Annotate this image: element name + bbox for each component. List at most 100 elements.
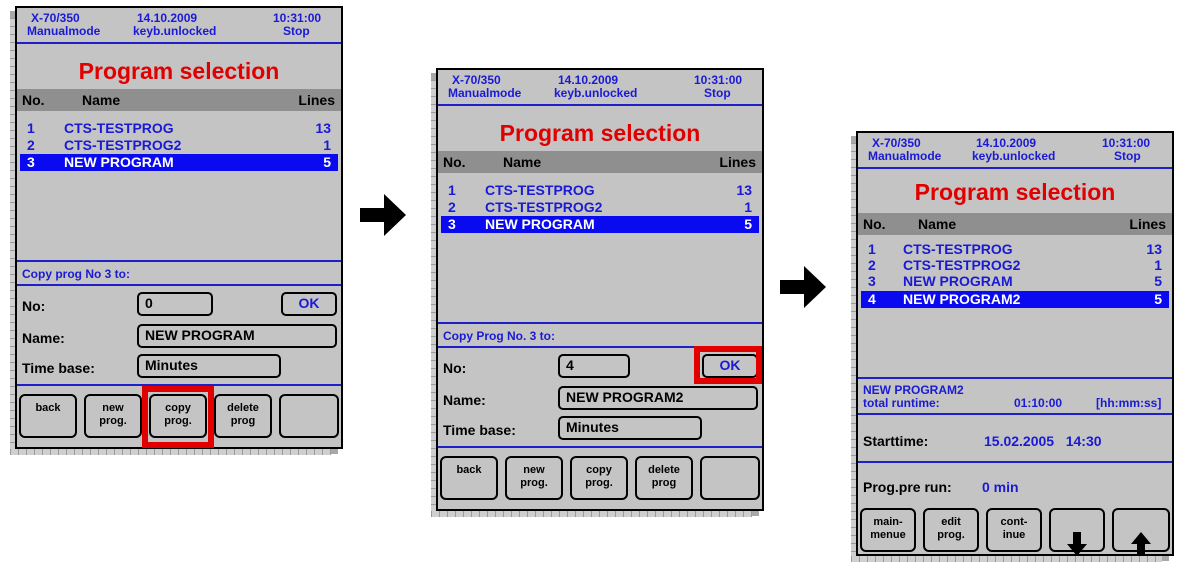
keyboard-status: keyb.unlocked bbox=[972, 149, 1056, 163]
row-name: CTS-TESTPROG bbox=[64, 120, 174, 136]
screen-1: X-70/350 Manualmode 14.10.2009 keyb.unlo… bbox=[10, 6, 343, 455]
list-item[interactable]: 2 CTS-TESTPROG2 1 bbox=[438, 199, 762, 216]
divider bbox=[438, 104, 762, 106]
divider bbox=[438, 446, 762, 448]
prerun-label: Prog.pre run: bbox=[863, 479, 952, 495]
name-label: Name: bbox=[443, 392, 486, 408]
row-no: 2 bbox=[868, 257, 876, 273]
runtime-label: total runtime: bbox=[863, 396, 940, 410]
row-lines: 1 bbox=[744, 199, 752, 215]
name-label: Name: bbox=[22, 330, 65, 346]
divider bbox=[858, 461, 1172, 463]
list-item[interactable]: 1 CTS-TESTPROG 13 bbox=[438, 182, 762, 199]
run-state: Stop bbox=[704, 86, 731, 100]
column-lines: Lines bbox=[719, 154, 756, 170]
continue-button[interactable]: cont- inue bbox=[986, 508, 1042, 552]
list-item[interactable]: 1 CTS-TESTPROG 13 bbox=[17, 120, 341, 137]
page-title: Program selection bbox=[499, 120, 701, 146]
row-lines: 5 bbox=[744, 216, 752, 232]
row-lines: 5 bbox=[323, 154, 331, 170]
row-name: CTS-TESTPROG2 bbox=[903, 257, 1021, 273]
column-no: No. bbox=[443, 154, 466, 170]
no-field[interactable]: 0 bbox=[137, 292, 213, 316]
row-name: NEW PROGRAM bbox=[485, 216, 595, 232]
ok-button[interactable]: OK bbox=[281, 292, 337, 316]
keyboard-status: keyb.unlocked bbox=[133, 24, 217, 38]
empty-softkey[interactable] bbox=[279, 394, 339, 438]
run-state: Stop bbox=[1114, 149, 1141, 163]
timebase-field[interactable]: Minutes bbox=[137, 354, 281, 378]
row-lines: 13 bbox=[315, 120, 331, 136]
list-item[interactable]: 2 CTS-TESTPROG2 1 bbox=[858, 257, 1172, 274]
delete-prog-button[interactable]: delete prog bbox=[214, 394, 272, 438]
back-button[interactable]: back bbox=[19, 394, 77, 438]
scroll-up-button[interactable] bbox=[1112, 508, 1170, 556]
main-menu-button[interactable]: main- menue bbox=[860, 508, 916, 552]
new-prog-button[interactable]: new prog. bbox=[84, 394, 142, 438]
prerun-value: 0 min bbox=[982, 479, 1019, 495]
no-label: No: bbox=[22, 298, 46, 314]
highlight-box bbox=[142, 386, 214, 448]
page-title: Program selection bbox=[914, 179, 1116, 205]
no-label: No: bbox=[443, 360, 467, 376]
edit-prog-button[interactable]: edit prog. bbox=[923, 508, 979, 552]
list-item[interactable]: 3 NEW PROGRAM 5 bbox=[858, 273, 1172, 290]
starttime-value: 15.02.2005 14:30 bbox=[984, 433, 1102, 449]
row-no: 2 bbox=[27, 137, 35, 153]
highlight-box bbox=[694, 346, 762, 384]
row-lines: 5 bbox=[1154, 273, 1162, 289]
copy-prog-button[interactable]: copy prog. bbox=[570, 456, 628, 500]
row-no: 1 bbox=[27, 120, 35, 136]
name-field[interactable]: NEW PROGRAM bbox=[137, 324, 337, 348]
list-item[interactable]: 1 CTS-TESTPROG 13 bbox=[858, 241, 1172, 258]
delete-prog-button[interactable]: delete prog bbox=[635, 456, 693, 500]
column-no: No. bbox=[22, 92, 45, 108]
runtime-value: 01:10:00 bbox=[1014, 396, 1063, 410]
divider bbox=[858, 167, 1172, 169]
divider bbox=[17, 284, 341, 286]
divider bbox=[858, 377, 1172, 379]
timebase-field[interactable]: Minutes bbox=[558, 416, 702, 440]
divider bbox=[858, 413, 1172, 415]
back-button[interactable]: back bbox=[440, 456, 498, 500]
column-header: No. Name Lines bbox=[438, 151, 762, 173]
timebase-label: Time base: bbox=[22, 360, 95, 376]
screen-2: X-70/350 Manualmode 14.10.2009 keyb.unlo… bbox=[431, 68, 764, 517]
column-lines: Lines bbox=[1129, 216, 1166, 232]
row-lines: 13 bbox=[1146, 241, 1162, 257]
divider bbox=[17, 42, 341, 44]
new-prog-button[interactable]: new prog. bbox=[505, 456, 563, 500]
arrow-up-icon bbox=[1131, 532, 1151, 556]
run-state: Stop bbox=[283, 24, 310, 38]
list-item-selected[interactable]: 3 NEW PROGRAM 5 bbox=[20, 154, 338, 171]
row-name: CTS-TESTPROG bbox=[903, 241, 1013, 257]
row-name: NEW PROGRAM2 bbox=[903, 291, 1021, 307]
scroll-down-button[interactable] bbox=[1049, 508, 1105, 556]
empty-softkey[interactable] bbox=[700, 456, 760, 500]
status-header: X-70/350 Manualmode 14.10.2009 keyb.unlo… bbox=[438, 70, 762, 106]
column-no: No. bbox=[863, 216, 886, 232]
list-item[interactable]: 2 CTS-TESTPROG2 1 bbox=[17, 137, 341, 154]
row-lines: 5 bbox=[1154, 291, 1162, 307]
copy-prompt: Copy prog No 3 to: bbox=[22, 267, 130, 281]
row-lines: 1 bbox=[1154, 257, 1162, 273]
timebase-label: Time base: bbox=[443, 422, 516, 438]
list-item-selected[interactable]: 3 NEW PROGRAM 5 bbox=[441, 216, 759, 233]
row-lines: 13 bbox=[736, 182, 752, 198]
copy-prompt: Copy Prog No. 3 to: bbox=[443, 329, 555, 343]
column-lines: Lines bbox=[298, 92, 335, 108]
list-item-selected[interactable]: 4 NEW PROGRAM2 5 bbox=[861, 291, 1169, 308]
runtime-unit: [hh:mm:ss] bbox=[1096, 396, 1162, 410]
page-title: Program selection bbox=[78, 58, 280, 84]
row-lines: 1 bbox=[323, 137, 331, 153]
column-name: Name bbox=[918, 216, 957, 232]
mode-label: Manualmode bbox=[868, 149, 942, 163]
name-field[interactable]: NEW PROGRAM2 bbox=[558, 386, 758, 410]
status-header: X-70/350 Manualmode 14.10.2009 keyb.unlo… bbox=[17, 8, 341, 44]
row-name: CTS-TESTPROG2 bbox=[485, 199, 603, 215]
row-no: 1 bbox=[448, 182, 456, 198]
mode-label: Manualmode bbox=[27, 24, 101, 38]
row-no: 1 bbox=[868, 241, 876, 257]
no-field[interactable]: 4 bbox=[558, 354, 630, 378]
row-name: CTS-TESTPROG2 bbox=[64, 137, 182, 153]
